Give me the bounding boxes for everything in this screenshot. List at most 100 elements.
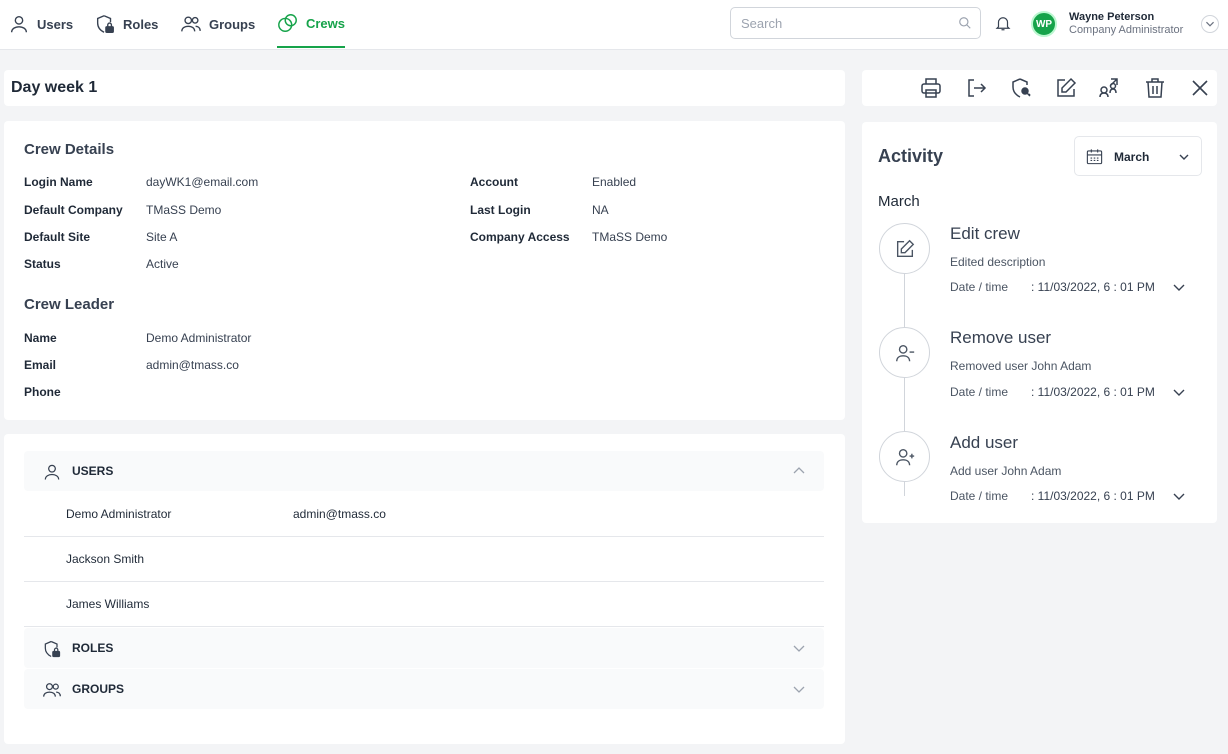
event-date-value: : 11/03/2022, 6 : 01 PM [1031,489,1155,503]
groups-section-label: GROUPS [72,682,125,696]
close-button[interactable] [1188,76,1212,100]
leader-phone-label: Phone [24,385,61,399]
user-name: Demo Administrator [66,507,172,521]
avatar[interactable]: WP [1031,11,1057,37]
key-icon [1012,78,1031,98]
leader-email-label: Email [24,358,57,372]
month-heading: March [878,193,920,210]
month-select-value: March [1114,150,1150,164]
top-nav: Users Roles Groups Crews WP Wayne Peters… [0,0,1228,50]
calendar-icon [1086,149,1103,165]
user-name: Jackson Smith [66,552,145,566]
last-login-value: NA [592,203,609,217]
leader-name-label: Name [24,331,57,345]
roles-section-header[interactable]: ROLES [24,628,824,668]
edit-button[interactable] [1054,76,1078,100]
event-description: Edited description [950,255,1046,269]
export-button[interactable] [964,76,988,100]
group-icon [181,16,201,32]
user-plus-icon [896,448,915,466]
month-select[interactable]: March [1074,136,1202,176]
group-icon [43,683,61,697]
users-section-label: USERS [72,464,114,478]
chevron-down-icon[interactable] [1172,489,1186,503]
user-email: admin@tmass.co [293,507,386,521]
table-row[interactable]: James Williams [24,582,824,627]
default-site-label: Default Site [24,230,91,244]
roles-section-label: ROLES [72,641,114,655]
close-icon [1192,80,1208,96]
event-title: Add user [950,433,1019,452]
move-button[interactable] [1097,76,1121,100]
users-section-header[interactable]: USERS [24,451,824,491]
tab-groups[interactable]: Groups [180,0,255,48]
event-date-label: Date / time [950,385,1009,399]
user-minus-icon [896,344,915,362]
login-name-value: dayWK1@email.com [146,175,259,189]
chevron-down-icon[interactable] [1172,385,1186,399]
page-title: Day week 1 [11,79,98,96]
user-name: James Williams [66,597,150,611]
default-company-label: Default Company [24,203,123,217]
chevron-down-icon[interactable] [1172,280,1186,294]
tab-users[interactable]: Users [8,0,73,48]
timeline-marker [879,223,930,274]
chevron-up-icon [793,467,805,474]
tab-crews[interactable]: Crews [277,0,345,48]
shield-lock-icon [96,15,114,33]
company-access-value: TMaSS Demo [592,230,668,244]
event-date-value: : 11/03/2022, 6 : 01 PM [1031,280,1155,294]
event-title: Remove user [950,328,1052,347]
crew-details-card: Crew Details Login Name dayWK1@email.com… [4,121,845,420]
chevron-down-icon [793,686,805,693]
event-date-label: Date / time [950,280,1009,294]
crew-icon [278,14,297,32]
default-site-value: Site A [146,230,178,244]
user-icon [44,464,60,480]
timeline-marker [879,431,930,482]
event-description: Add user John Adam [950,464,1062,478]
page-title-card: Day week 1 [4,70,845,106]
table-row[interactable]: Jackson Smith [24,537,824,582]
account-value: Enabled [592,175,637,189]
search-input[interactable] [741,8,951,38]
activity-title: Activity [878,146,944,166]
print-button[interactable] [919,76,943,100]
login-name-label: Login Name [24,175,93,189]
account-label: Account [470,175,518,189]
user-role: Company Administrator [1069,24,1184,36]
status-value: Active [146,257,179,271]
chevron-down-icon [1179,154,1189,160]
table-row[interactable]: Demo Administrator admin@tmass.co [24,492,824,537]
user-icon [10,15,28,33]
tab-users-label: Users [37,16,74,32]
edit-icon [896,239,915,258]
crew-details-heading: Crew Details [24,141,115,158]
tab-roles[interactable]: Roles [94,0,158,48]
edit-icon [1057,77,1077,97]
last-login-label: Last Login [470,203,531,217]
leader-email-value: admin@tmass.co [146,358,239,372]
bell-icon[interactable] [994,14,1012,32]
crew-members-card: USERS Demo Administrator admin@tmass.co … [4,434,845,744]
user-menu-button[interactable] [1201,15,1219,33]
tab-groups-label: Groups [209,16,256,32]
groups-section-header[interactable]: GROUPS [24,669,824,709]
event-description: Removed user John Adam [950,359,1092,373]
tab-roles-label: Roles [123,16,159,32]
chevron-down-icon [793,645,805,652]
access-button[interactable] [1009,76,1033,100]
search-box [730,7,981,39]
shield-lock-icon [44,640,61,658]
activity-panel: Activity March March Edit crew Edited de… [862,122,1217,523]
event-date-value: : 11/03/2022, 6 : 01 PM [1031,385,1155,399]
delete-button[interactable] [1143,76,1167,100]
chevron-down-icon [1206,21,1214,27]
trash-icon [1146,78,1164,98]
event-title: Edit crew [950,224,1020,243]
tab-crews-label: Crews [305,15,345,31]
default-company-value: TMaSS Demo [146,203,222,217]
search-icon[interactable] [958,16,972,30]
user-name: Wayne Peterson [1069,11,1155,23]
export-icon [968,79,987,97]
